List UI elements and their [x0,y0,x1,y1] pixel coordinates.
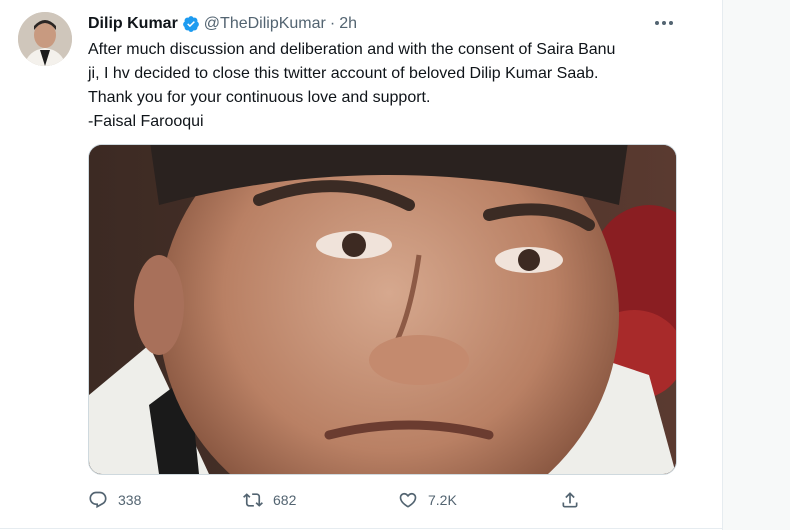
reply-button[interactable]: 338 [88,485,141,515]
tweet-header: Dilip Kumar @TheDilipKumar · 2h [88,13,357,35]
tweet-timestamp[interactable]: 2h [339,15,357,33]
verified-badge-icon [182,15,200,33]
like-icon [399,492,417,508]
share-icon [562,492,578,508]
retweet-button[interactable]: 682 [243,485,296,515]
retweet-count: 682 [273,492,297,508]
tweet-text-line: Thank you for your continuous love and s… [88,89,431,106]
tweet-text: After much discussion and deliberation a… [88,38,688,134]
tweet-text-line: ji, I hv decided to close this twitter a… [88,65,599,82]
right-side-background [723,0,790,530]
tweet-divider [0,528,722,529]
author-avatar[interactable] [18,12,72,66]
reply-count: 338 [118,492,142,508]
tweet-actions: 338 682 7.2K [88,485,688,515]
retweet-icon [243,493,263,507]
like-button[interactable]: 7.2K [398,485,457,515]
reply-icon [89,491,107,509]
author-name[interactable]: Dilip Kumar [88,15,178,33]
like-count: 7.2K [428,492,457,508]
more-options-icon[interactable] [650,14,678,32]
separator-dot: · [329,15,336,32]
author-handle[interactable]: @TheDilipKumar [204,15,326,33]
tweet-card[interactable]: Dilip Kumar @TheDilipKumar · 2h After mu… [0,0,723,530]
tweet-text-line: After much discussion and deliberation a… [88,41,616,58]
share-button[interactable] [560,485,580,515]
tweet-text-line: -Faisal Farooqui [88,113,204,130]
portrait-photo-icon [89,145,676,474]
tweet-media-photo[interactable] [88,144,677,475]
